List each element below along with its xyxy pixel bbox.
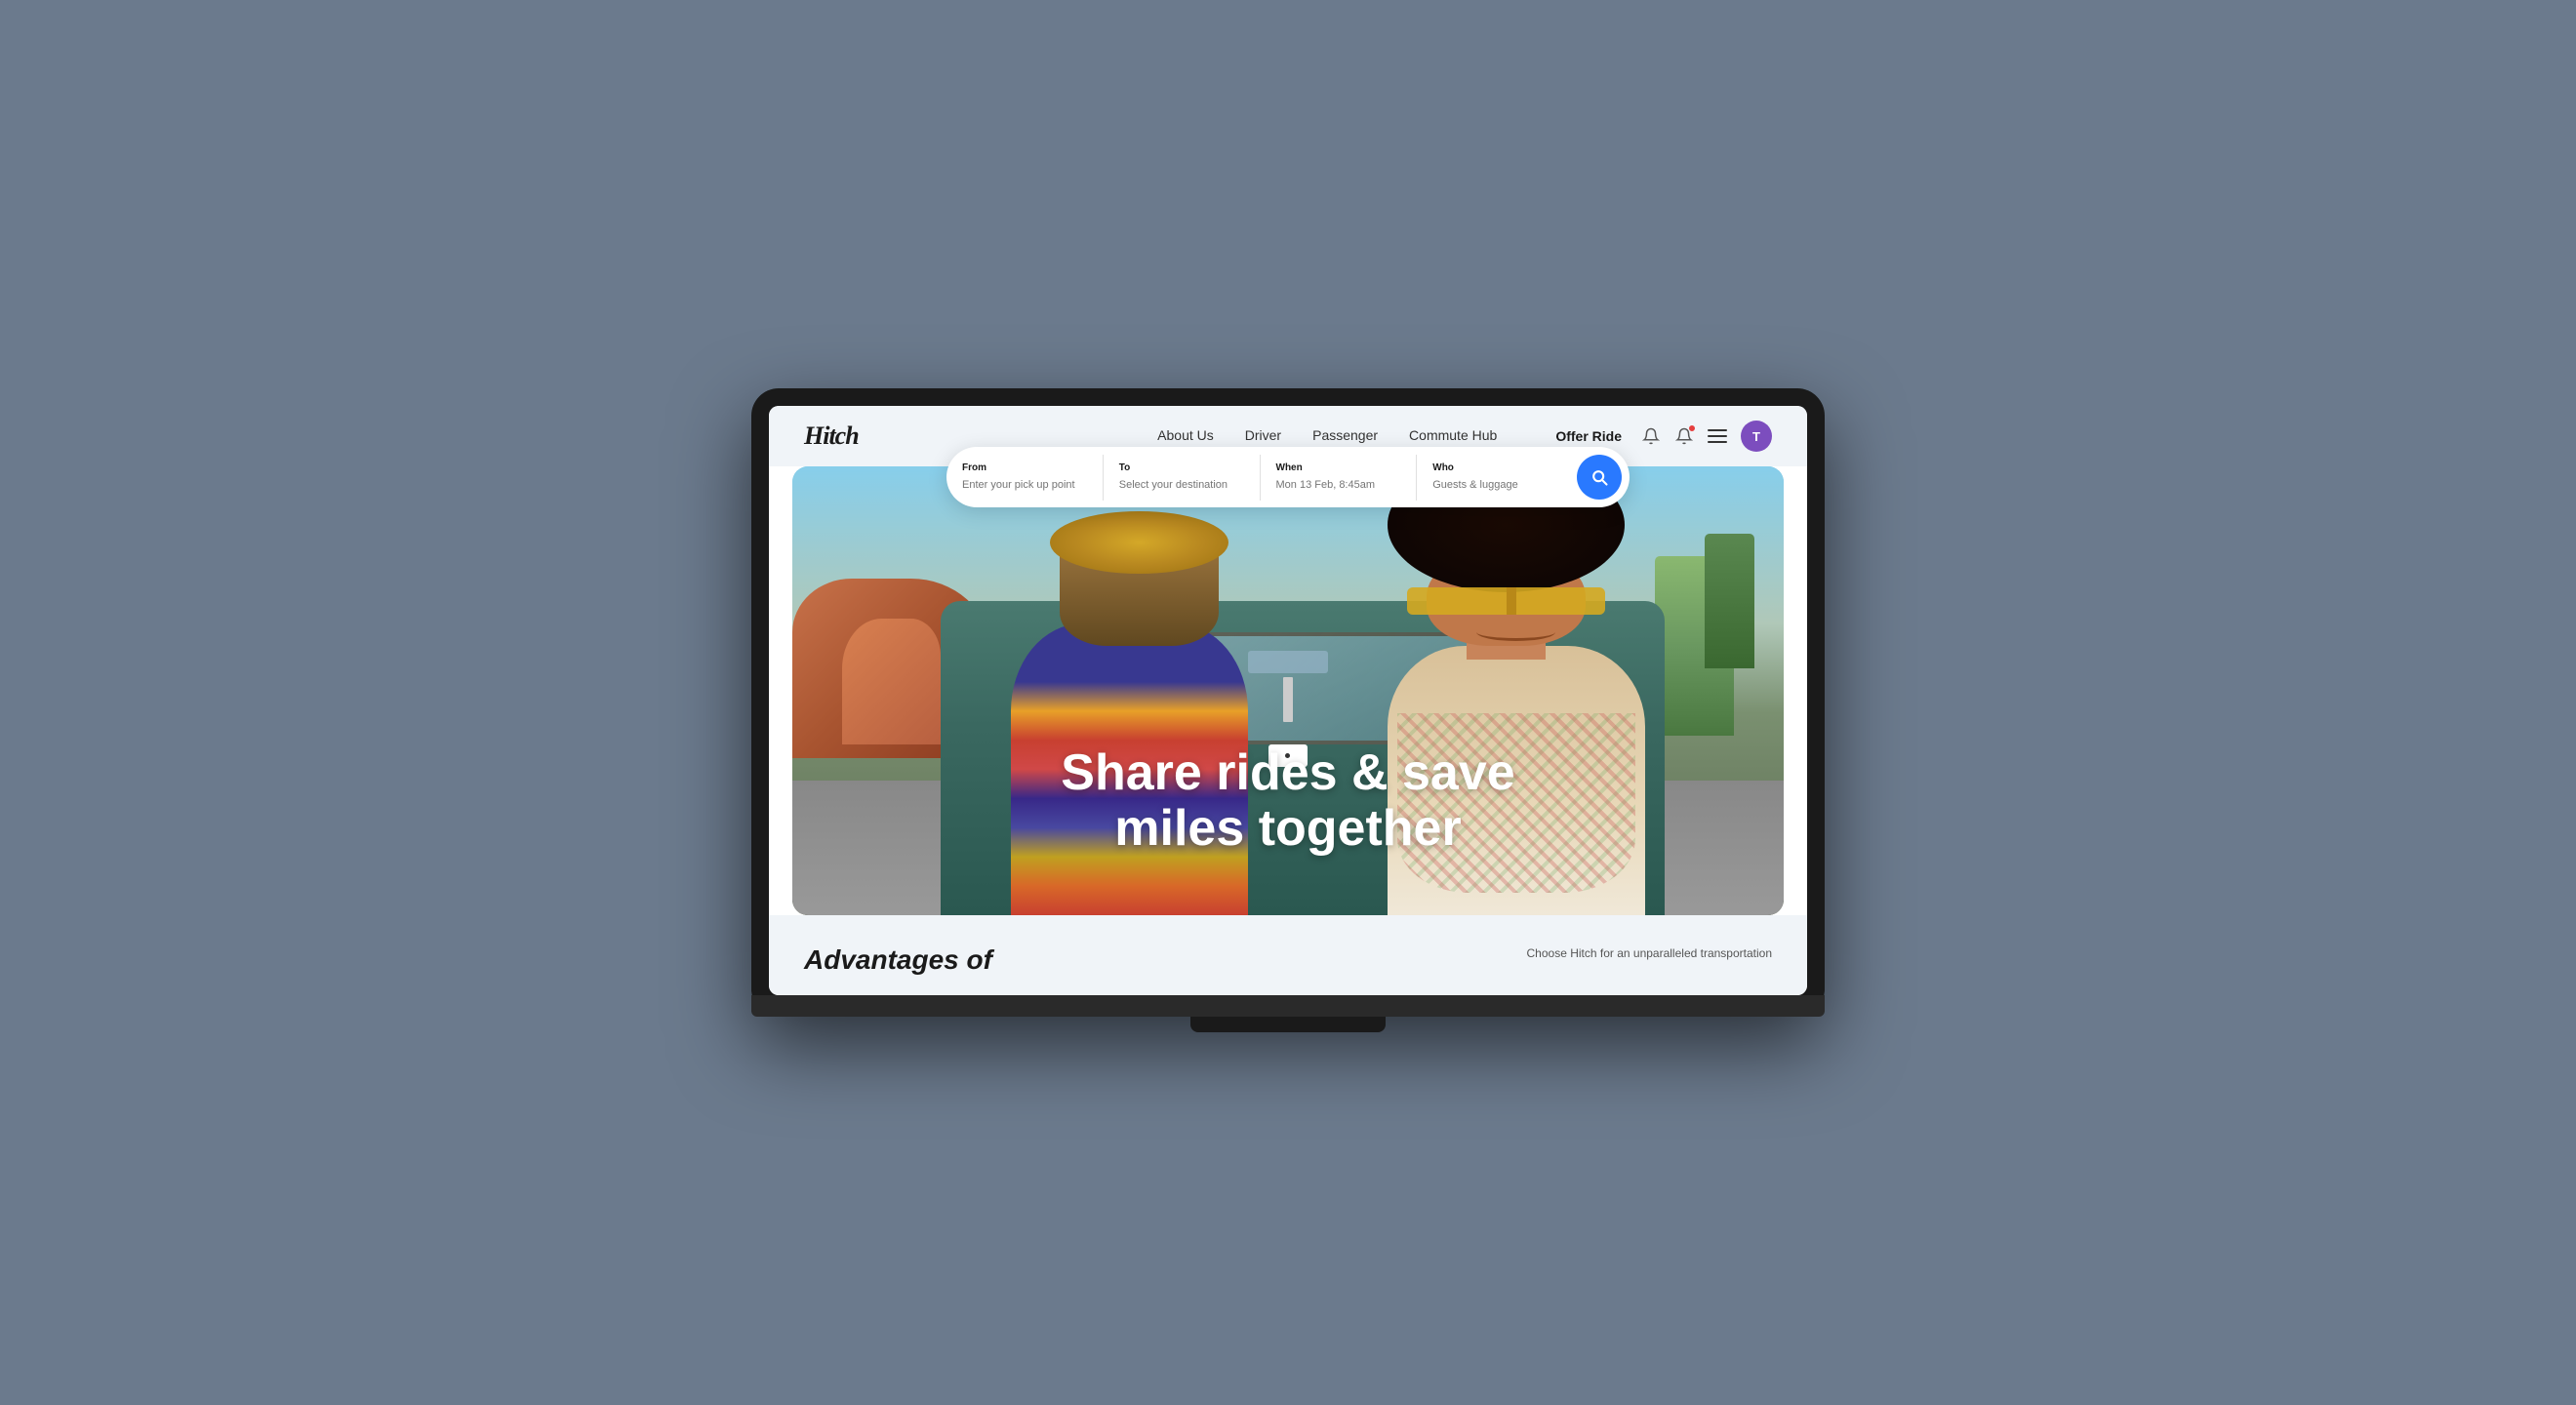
search-bar-wrapper: From To When Who [946,447,1630,507]
advantages-desc: Choose Hitch for an unparalleled transpo… [1527,944,1772,962]
from-input[interactable] [962,479,1087,491]
hero-section: Share rides & save miles together [792,466,1784,915]
to-input[interactable] [1119,479,1244,491]
search-bar: From To When Who [946,447,1630,507]
hero-line1: Share rides & save [1061,744,1514,801]
laptop-frame: Hitch About Us Driver Passenger Commute … [751,388,1825,1017]
who-input[interactable] [1432,479,1557,491]
hero-image: Share rides & save miles together [792,466,1784,915]
avatar[interactable]: T [1741,421,1772,452]
nav-driver[interactable]: Driver [1245,427,1281,443]
advantages-title: Advantages of [804,944,992,976]
from-label: From [962,462,1087,473]
hero-headline: Share rides & save miles together [1061,745,1514,857]
notification-dot [1688,424,1696,432]
menu-icon[interactable] [1708,426,1727,446]
hero-line2: miles together [1114,800,1461,857]
when-label: When [1276,462,1401,473]
bell-notification-icon[interactable] [1674,426,1694,446]
search-button[interactable] [1577,455,1622,500]
nav-passenger[interactable]: Passenger [1312,427,1378,443]
from-field: From [946,455,1104,501]
to-label: To [1119,462,1244,473]
hero-text: Share rides & save miles together [1061,745,1514,857]
bottom-section: Advantages of Choose Hitch for an unpara… [769,915,1807,995]
who-field: Who [1417,455,1573,501]
when-field: When [1261,455,1418,501]
bell-icon[interactable] [1641,426,1661,446]
nav-about[interactable]: About Us [1157,427,1214,443]
to-field: To [1104,455,1261,501]
when-input[interactable] [1276,479,1401,491]
nav-commute-hub[interactable]: Commute Hub [1409,427,1497,443]
laptop-bottom-bar [751,995,1825,1017]
brand-logo[interactable]: Hitch [804,422,859,451]
laptop-screen: Hitch About Us Driver Passenger Commute … [769,406,1807,995]
offer-ride-button[interactable]: Offer Ride [1555,428,1622,444]
nav-links: About Us Driver Passenger Commute Hub [1157,427,1497,445]
who-label: Who [1432,462,1557,473]
